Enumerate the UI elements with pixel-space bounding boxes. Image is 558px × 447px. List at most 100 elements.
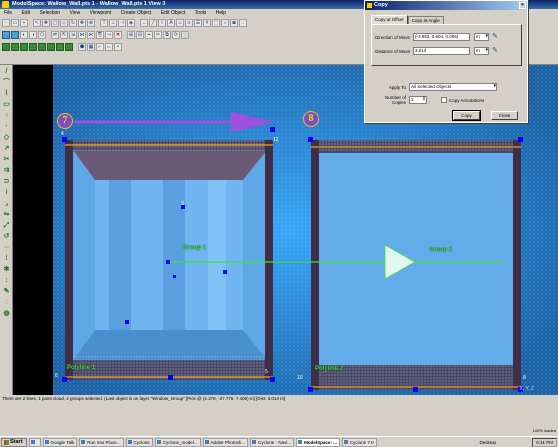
region-grow-icon[interactable]: ⬟ — [78, 43, 86, 51]
window-group-2[interactable] — [311, 140, 521, 390]
refresh-icon[interactable]: ⟳ — [172, 31, 180, 39]
fit-elbow-icon[interactable] — [65, 43, 73, 51]
open-icon[interactable]: ▭ — [11, 19, 19, 27]
hide-icon[interactable]: ◌ — [2, 298, 11, 307]
line-icon[interactable]: ╱ — [149, 19, 157, 27]
menu-tools[interactable]: Tools — [191, 9, 211, 17]
pick-distance-icon[interactable]: ✎ — [492, 47, 500, 55]
draw-circle-icon[interactable]: ○ — [2, 111, 11, 120]
draw-rectangle-icon[interactable]: ▭ — [2, 100, 11, 109]
fit-cone-icon[interactable] — [47, 43, 55, 51]
extend-line-icon[interactable]: ↗ — [2, 144, 11, 153]
fit-sphere-icon[interactable] — [20, 43, 28, 51]
menu-view[interactable]: View — [65, 9, 84, 17]
menu-create-object[interactable]: Create Object — [117, 9, 156, 17]
direction-field[interactable]: (-2.953, 0.604, 0.005) — [413, 33, 470, 41]
array-icon[interactable]: ⁞ — [2, 254, 11, 263]
extend-icon[interactable]: ⇲ — [69, 31, 77, 39]
draw-polyline-icon[interactable]: ⌇ — [2, 89, 11, 98]
group-icon[interactable]: ⊞ — [127, 31, 135, 39]
save-icon[interactable]: ▪ — [20, 19, 28, 27]
camera-icon[interactable]: ◙ — [230, 19, 238, 27]
properties-icon[interactable]: ☰ — [194, 19, 202, 27]
fit-cylinder-icon[interactable] — [2, 43, 10, 51]
tab-copy-at-angle[interactable]: Copy at Angle — [407, 16, 444, 24]
rotate-object-icon[interactable]: ↺ — [2, 232, 11, 241]
task-cyclone-navigator[interactable]: Cyclone - Navi... — [250, 437, 295, 447]
trim-icon[interactable]: ✂ — [2, 155, 11, 164]
snap-icon[interactable]: ⌖ — [145, 31, 153, 39]
patch-icon[interactable]: ▦ — [87, 43, 95, 51]
section-icon[interactable]: ⧉ — [163, 31, 171, 39]
limit-box-icon[interactable]: ⬚ — [212, 19, 220, 27]
shade-smooth-icon[interactable]: ◑ — [29, 31, 37, 39]
copy-dialog-titlebar[interactable]: Copy × — [365, 1, 527, 10]
menu-edit-object[interactable]: Edit Object — [157, 9, 189, 17]
measure-distance-icon[interactable]: ↕ — [2, 276, 11, 285]
menu-edit[interactable]: Edit — [17, 9, 34, 17]
fit-icon[interactable]: ⇱ — [60, 31, 68, 39]
task-cyclone-7[interactable]: Cyclone 7.0 — [341, 437, 377, 447]
vertex-badge-7[interactable]: 7 — [57, 113, 73, 129]
zoom-icon[interactable]: ⊕ — [87, 19, 95, 27]
desktop-toolbar-label[interactable]: Desktop — [479, 438, 496, 447]
select-icon[interactable]: ↖ — [33, 19, 41, 27]
polyline-icon[interactable]: ⌇ — [158, 19, 166, 27]
edit-vertex-icon[interactable]: ◇ — [2, 133, 11, 142]
draw-arc-icon[interactable]: ⌒ — [2, 78, 11, 87]
text-icon[interactable]: A — [167, 19, 175, 27]
tab-copy-at-offset[interactable]: Copy at Offset — [371, 15, 408, 24]
task-google-talk[interactable]: Google Talk — [42, 437, 78, 447]
edge-icon[interactable]: ⌐ — [96, 43, 104, 51]
info-icon[interactable]: ⓘ — [181, 31, 189, 39]
copy-icon[interactable]: ⎘ — [96, 31, 104, 39]
view-iso-icon[interactable]: ◈ — [127, 19, 135, 27]
polygon-fence-icon[interactable]: ◇ — [60, 19, 68, 27]
distance-field[interactable]: 3.014 — [413, 47, 470, 55]
distance-unit-select[interactable]: m — [474, 47, 489, 55]
render-points-icon[interactable] — [2, 31, 10, 39]
scale-icon[interactable]: ⤢ — [2, 221, 11, 230]
draw-line-icon[interactable]: / — [2, 67, 11, 76]
fit-steel-icon[interactable] — [56, 43, 64, 51]
fit-plane-icon[interactable] — [11, 43, 19, 51]
light-icon[interactable]: ☼ — [221, 19, 229, 27]
view-side-icon[interactable]: ⊣ — [118, 19, 126, 27]
menu-selection[interactable]: Selection — [35, 9, 64, 17]
cut-plane-icon[interactable]: ✂ — [154, 31, 162, 39]
clock[interactable]: 5:31 PM — [536, 440, 553, 445]
close-button[interactable]: Close — [491, 111, 518, 120]
direction-unit-select[interactable]: m — [474, 33, 489, 41]
move-icon[interactable]: ⇢ — [105, 31, 113, 39]
mirror-icon[interactable]: ⇋ — [2, 210, 11, 219]
task-cyclone[interactable]: Cyclone — [125, 437, 153, 447]
break-icon[interactable]: ≀ — [2, 188, 11, 197]
corner-icon[interactable]: ⌙ — [105, 43, 113, 51]
view-top-icon[interactable]: ⊤ — [100, 19, 108, 27]
pan-icon[interactable]: ✥ — [78, 19, 86, 27]
vertex-icon[interactable]: • — [114, 43, 122, 51]
task-adobe-photoshop[interactable]: Adobe Photosh... — [202, 437, 249, 447]
view-front-icon[interactable]: ⊥ — [109, 19, 117, 27]
vertex-badge-8[interactable]: 8 — [303, 111, 319, 127]
rotate-icon[interactable]: ↻ — [69, 19, 77, 27]
delete-icon[interactable]: ✕ — [114, 31, 122, 39]
quicklaunch-icon[interactable] — [28, 437, 41, 447]
draw-point-icon[interactable]: · — [2, 122, 11, 131]
align-icon[interactable]: ⇌ — [51, 31, 59, 39]
ungroup-icon[interactable]: ⊟ — [136, 31, 144, 39]
align-object-icon[interactable]: ⇔ — [2, 243, 11, 252]
menu-file[interactable]: File — [0, 9, 16, 17]
grid-icon[interactable]: # — [203, 19, 211, 27]
pick-icon[interactable]: ✚ — [42, 19, 50, 27]
task-modelspace[interactable]: ModelSpace: ... — [296, 437, 340, 447]
unhide-icon[interactable]: ◍ — [2, 309, 11, 318]
wireframe-icon[interactable]: ⬡ — [38, 31, 46, 39]
apply-to-select[interactable]: All Selected Objects — [409, 83, 497, 91]
render-mesh-icon[interactable] — [11, 31, 19, 39]
menu-help[interactable]: Help — [212, 9, 230, 17]
explode-icon[interactable]: ✱ — [2, 265, 11, 274]
close-icon[interactable]: × — [519, 2, 526, 9]
fence-icon[interactable]: ▢ — [51, 19, 59, 27]
measure-icon[interactable]: ↔ — [140, 19, 148, 27]
